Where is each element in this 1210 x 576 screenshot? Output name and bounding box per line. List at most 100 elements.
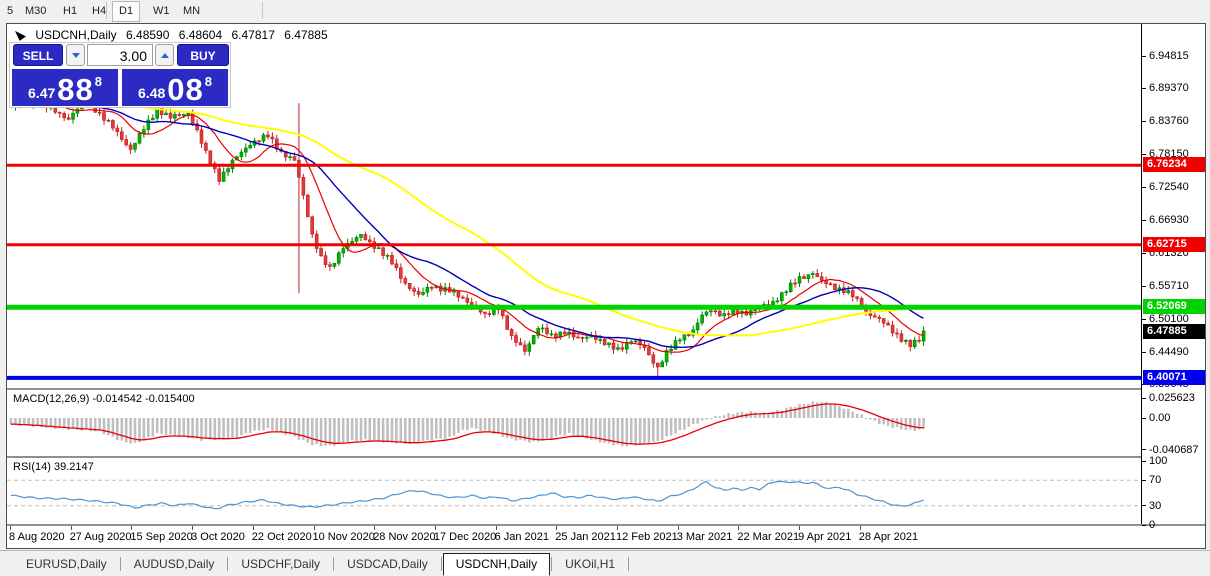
chart-tab-usdcnh-daily[interactable]: USDCNH,Daily [442,553,551,576]
time-axis-tick [10,526,11,530]
date-label: 15 Sep 2020 [130,531,193,543]
time-axis-tick [677,526,679,530]
date-label: 8 Aug 2020 [9,531,65,543]
tab-divider [333,556,335,571]
chart-marker-icon [15,30,26,41]
rsi-tick-label: 0 [1142,518,1155,532]
ohlc-low: 6.47817 [231,28,275,42]
time-axis-tick [192,526,194,530]
buy-price-big: 08 [167,72,204,107]
time-axis-tick [617,526,618,530]
tab-divider [440,556,442,571]
level-price-label: 6.52069 [1143,299,1205,315]
panel-separator[interactable] [7,456,1205,458]
volume-input[interactable]: 3.00 [87,44,153,66]
buy-button[interactable]: BUY [177,44,229,66]
sell-price-button[interactable]: 6.47 88 8 [12,69,118,106]
date-label: 12 Feb 2021 [616,531,678,543]
toolbar-separator [262,2,263,19]
chart-tab-audusd-daily[interactable]: AUDUSD,Daily [122,554,227,574]
level-price-label: 6.40071 [1143,369,1205,385]
macd-tick-label: 0.00 [1142,411,1170,425]
price-tick-label: 6.94815 [1142,49,1189,63]
time-axis-tick [374,526,376,530]
timeframe-button-mn[interactable]: MN [176,1,207,22]
time-axis-tick [131,526,133,530]
tab-divider [551,556,553,571]
mt4-workspace: 5 M30 H1 H4 D1 W1 MN USDCNH,Daily 6.48590 6.48… [0,0,1210,576]
timeframe-button-d1[interactable]: D1 [112,1,141,22]
spinner-up-icon [161,53,169,58]
spinner-down-icon [72,53,80,58]
time-axis-tick [70,526,72,530]
timeframe-button-m30[interactable]: M30 [18,1,53,22]
ohlc-open: 6.48590 [126,28,170,42]
timeframe-button-w1[interactable]: W1 [146,1,177,22]
rsi-tick-label: 100 [1142,454,1167,468]
time-axis-tick [434,526,436,530]
timeframe-button-h4[interactable]: H4 [85,1,113,22]
price-tick-label: 6.44490 [1142,345,1189,359]
sell-price-big: 88 [57,72,94,107]
buy-price-button[interactable]: 6.48 08 8 [122,69,228,106]
volume-increase-button[interactable] [155,44,174,66]
macd-tick-label: 0.025623 [1142,391,1195,405]
timeframe-toolbar: 5 M30 H1 H4 D1 W1 MN [0,0,1210,22]
date-label: 28 Apr 2021 [858,531,919,543]
date-label: 25 Jan 2021 [555,531,616,543]
price-tick-label: 6.72540 [1142,180,1189,194]
price-tick-label: 6.66930 [1142,213,1189,227]
chart-title: USDCNH,Daily 6.48590 6.48604 6.47817 6.4… [15,28,334,42]
current-price-label: 6.47885 [1143,323,1205,339]
panel-separator[interactable] [7,388,1205,390]
price-axis[interactable]: 6.94815 6.89370 6.83760 6.78150 6.72540 6.669… [1141,24,1205,531]
rsi-tick-label: 70 [1142,473,1161,487]
time-axis-tick [738,526,740,530]
sell-button[interactable]: SELL [13,44,63,66]
date-label: 9 Apr 2021 [798,531,852,543]
rsi-indicator-canvas[interactable] [7,458,1141,524]
toolbar-separator [106,2,107,19]
time-axis-tick [252,526,254,530]
level-price-label: 6.62715 [1143,236,1205,252]
tab-divider [628,556,630,571]
chart-tab-usdchf-daily[interactable]: USDCHF,Daily [229,554,332,574]
price-tick-label: 6.55710 [1142,279,1189,293]
date-label: 17 Dec 2020 [433,531,497,543]
date-label: 28 Nov 2020 [373,531,436,543]
date-label: 22 Oct 2020 [251,531,312,543]
ohlc-high: 6.48604 [178,28,223,42]
macd-label: MACD(12,26,9) -0.014542 -0.015400 [13,393,195,405]
sell-price-prefix: 6.47 [28,85,56,101]
chart-tab-usdcad-daily[interactable]: USDCAD,Daily [335,554,440,574]
rsi-label: RSI(14) 39.2147 [13,461,94,473]
chart-symbol-label: USDCNH,Daily [35,28,117,42]
chart-tab-ukoil-h1[interactable]: UKOil,H1 [553,554,627,574]
tab-divider [119,556,121,571]
chart-tab-bar: EURUSD,Daily AUDUSD,Daily USDCHF,Daily USDC… [0,550,1210,576]
one-click-trade-panel: SELL 3.00 BUY 6.47 88 8 6.48 08 8 [9,42,231,108]
price-tick-label: 6.83760 [1142,114,1189,128]
chart-tab-eurusd-daily[interactable]: EURUSD,Daily [14,554,119,574]
buy-price-prefix: 6.48 [138,85,166,101]
time-axis-tick [556,526,558,530]
buy-price-sup: 8 [204,74,212,89]
date-label: 3 Mar 2021 [676,531,733,543]
date-label: 10 Nov 2020 [312,531,375,543]
time-axis-tick [495,526,497,530]
volume-decrease-button[interactable] [66,44,85,66]
sell-price-sup: 8 [94,74,102,89]
chart-window: USDCNH,Daily 6.48590 6.48604 6.47817 6.4… [6,23,1206,549]
time-axis[interactable]: 8 Aug 2020 27 Aug 2020 15 Sep 2020 3 Oct 20… [7,526,1141,548]
price-tick-label: 6.89370 [1142,81,1189,95]
date-label: 22 Mar 2021 [737,531,800,543]
time-axis-tick [859,526,861,530]
timeframe-button-h1[interactable]: H1 [56,1,84,22]
date-label: 27 Aug 2020 [69,531,132,543]
tab-divider [227,556,229,571]
level-price-label: 6.76234 [1143,157,1205,173]
rsi-tick-label: 30 [1142,499,1161,513]
time-axis-tick [799,526,801,530]
time-axis-tick [313,526,315,530]
ohlc-close: 6.47885 [284,28,328,42]
